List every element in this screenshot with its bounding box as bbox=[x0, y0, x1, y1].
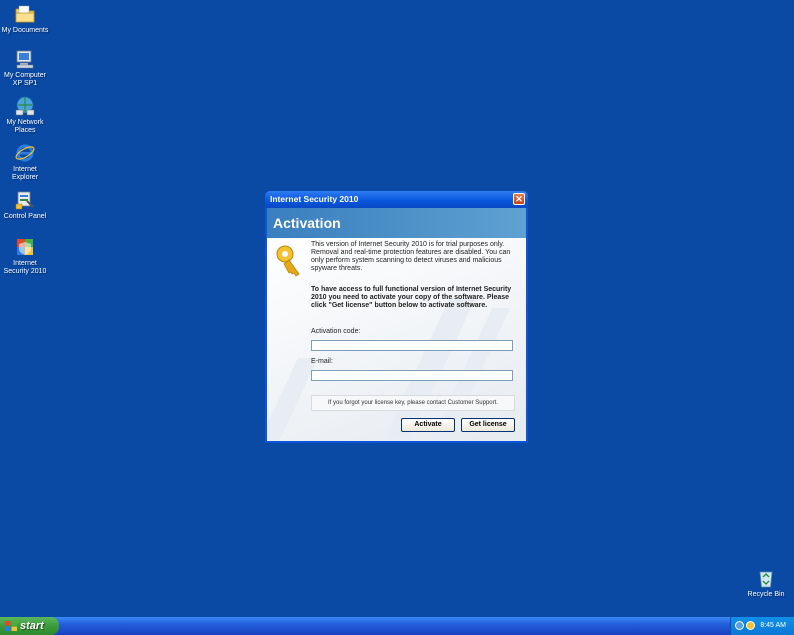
dialog-title: Internet Security 2010 bbox=[270, 194, 359, 204]
close-icon: ✕ bbox=[515, 194, 523, 204]
network-icon bbox=[15, 96, 35, 116]
close-button[interactable]: ✕ bbox=[513, 193, 525, 205]
desktop-icon-control-panel[interactable]: Control Panel bbox=[0, 189, 50, 221]
security-alert-tray-icon[interactable] bbox=[746, 621, 755, 630]
activate-button[interactable]: Activate bbox=[401, 418, 455, 432]
windows-flag-icon bbox=[5, 621, 17, 631]
ie-icon bbox=[15, 144, 35, 162]
taskbar: start 8:45 AM bbox=[0, 617, 794, 635]
desktop-icon-my-computer[interactable]: My Computer XP SP1 bbox=[0, 48, 50, 88]
start-label: start bbox=[20, 620, 44, 632]
activation-code-input[interactable] bbox=[311, 340, 513, 351]
activation-banner: Activation bbox=[267, 208, 526, 238]
desktop-icon-label: My Documents bbox=[1, 27, 49, 34]
desktop-icon-label: My Computer XP SP1 bbox=[3, 72, 46, 87]
email-label: E-mail: bbox=[311, 358, 333, 365]
control-panel-icon bbox=[15, 191, 34, 210]
dialog-client: Activation This version of Internet Secu… bbox=[267, 208, 526, 441]
desktop-icon-recycle-bin[interactable]: Recycle Bin bbox=[741, 567, 791, 599]
clock[interactable]: 8:45 AM bbox=[760, 617, 786, 635]
get-license-button[interactable]: Get license bbox=[461, 418, 515, 432]
network-tray-icon[interactable] bbox=[735, 621, 744, 630]
folder-icon bbox=[15, 5, 35, 23]
desktop-icon-internet-security[interactable]: Internet Security 2010 bbox=[0, 236, 50, 276]
key-icon bbox=[276, 245, 300, 277]
desktop-icon-label: My Network Places bbox=[6, 119, 44, 134]
desktop-icon-my-documents[interactable]: My Documents bbox=[0, 3, 50, 35]
activation-dialog: Internet Security 2010 ✕ Activation This… bbox=[265, 191, 528, 443]
computer-icon bbox=[16, 50, 34, 69]
desktop-icon-label: Internet Explorer bbox=[11, 166, 39, 181]
desktop-icon-my-network-places[interactable]: My Network Places bbox=[0, 95, 50, 135]
start-button[interactable]: start bbox=[0, 617, 59, 635]
email-input[interactable] bbox=[311, 370, 513, 381]
trial-notice-text: This version of Internet Security 2010 i… bbox=[311, 241, 511, 272]
dialog-body: This version of Internet Security 2010 i… bbox=[267, 238, 526, 441]
dialog-titlebar[interactable]: Internet Security 2010 ✕ bbox=[265, 191, 528, 208]
background-stripe bbox=[384, 298, 476, 438]
system-tray: 8:45 AM bbox=[730, 617, 794, 635]
desktop-icon-label: Internet Security 2010 bbox=[3, 260, 47, 275]
support-notice: If you forgot your license key, please c… bbox=[311, 395, 515, 411]
shield-icon bbox=[17, 239, 33, 255]
recycle-bin-icon bbox=[759, 571, 773, 588]
activation-code-label: Activation code: bbox=[311, 328, 361, 335]
activation-instructions: To have access to full functional versio… bbox=[311, 286, 512, 309]
desktop-icon-internet-explorer[interactable]: Internet Explorer bbox=[0, 142, 50, 182]
desktop-icon-label: Recycle Bin bbox=[747, 591, 785, 598]
desktop: My Documents My Computer XP SP1 My Netwo… bbox=[0, 0, 794, 617]
desktop-icon-label: Control Panel bbox=[3, 213, 47, 220]
